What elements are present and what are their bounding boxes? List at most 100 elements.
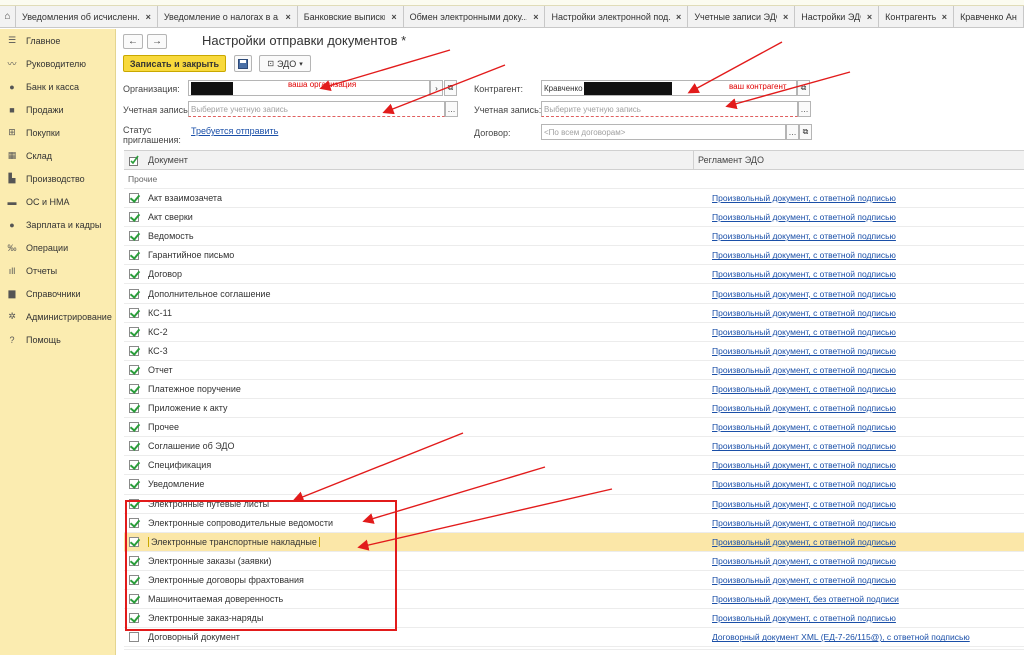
regulation-link[interactable]: Договорный документ XML (ЕД-7-26/115@), … (712, 632, 970, 642)
row-checkbox[interactable] (129, 326, 139, 337)
regulation-link[interactable]: Произвольный документ, с ответной подпис… (712, 556, 896, 566)
table-row[interactable]: Отчет Произвольный документ, с ответной п… (124, 361, 1024, 380)
check-all-icon[interactable] (124, 155, 144, 166)
row-checkbox[interactable] (129, 383, 139, 394)
table-row[interactable]: Прочее Произвольный документ, с ответной … (124, 418, 1024, 438)
table-row[interactable]: КС-2 Произвольный документ, с ответной по… (124, 323, 1024, 342)
edo-menu-button[interactable]: ⊡ ЭДО ▾ (259, 55, 311, 72)
row-checkbox[interactable] (129, 212, 139, 223)
tab-kravchenko[interactable]: Кравченко Андр (954, 6, 1024, 27)
row-checkbox[interactable] (129, 250, 139, 261)
tab-signature-settings[interactable]: Настройки электронной под... × (545, 6, 689, 27)
tab-bank-statements[interactable]: Банковские выписки × (298, 6, 404, 27)
regulation-link[interactable]: Произвольный документ, без ответной подп… (712, 594, 899, 604)
row-checkbox[interactable] (129, 307, 139, 318)
regulation-link[interactable]: Произвольный документ, с ответной подпис… (712, 308, 896, 318)
close-icon[interactable]: × (146, 12, 151, 22)
table-row[interactable]: Уведомление Произвольный документ, с отве… (124, 475, 1024, 495)
forward-button[interactable]: → (147, 34, 167, 49)
table-row[interactable]: Дополнительное соглашение Произвольный до… (124, 284, 1024, 304)
tab-counterparties[interactable]: Контрагенты × (879, 6, 955, 27)
close-icon[interactable]: × (942, 12, 947, 22)
row-checkbox[interactable] (129, 288, 139, 299)
table-row[interactable]: Ведомость Произвольный документ, с ответн… (124, 227, 1024, 247)
sidebar-item-salary[interactable]: ● Зарплата и кадры (0, 213, 115, 236)
table-row[interactable]: Спецификация Произвольный документ, с отв… (124, 456, 1024, 476)
regulation-link[interactable]: Произвольный документ, с ответной подпис… (712, 193, 896, 203)
table-row[interactable]: Приложение к акту Произвольный документ, … (124, 399, 1024, 419)
table-row[interactable]: Гарантийное письмо Произвольный документ,… (124, 246, 1024, 266)
close-icon[interactable]: × (533, 12, 538, 22)
account-select-left[interactable]: … (445, 101, 458, 117)
regulation-link[interactable]: Произвольный документ, с ответной подпис… (712, 575, 896, 585)
account-select-right[interactable]: … (798, 101, 811, 117)
sidebar-item-production[interactable]: ▙ Производство (0, 167, 115, 190)
row-checkbox[interactable] (129, 460, 139, 471)
row-checkbox[interactable] (129, 364, 139, 375)
save-close-button[interactable]: Записать и закрыть (123, 55, 226, 72)
regulation-link[interactable]: Произвольный документ, с ответной подпис… (712, 289, 896, 299)
table-row[interactable]: Договор Произвольный документ, с ответной… (124, 265, 1024, 285)
group-row[interactable]: Прочие (124, 170, 1024, 189)
regulation-link[interactable]: Произвольный документ, с ответной подпис… (712, 499, 896, 509)
row-checkbox[interactable] (129, 345, 139, 356)
row-checkbox[interactable] (129, 269, 139, 280)
table-row[interactable]: КС-3 Произвольный документ, с ответной по… (124, 342, 1024, 361)
regulation-link[interactable]: Произвольный документ, с ответной подпис… (712, 327, 896, 337)
org-select-button[interactable]: › (430, 80, 443, 96)
regulation-link[interactable]: Произвольный документ, с ответной подпис… (712, 250, 896, 260)
contract-select-button[interactable]: … (786, 124, 799, 140)
counterparty-open-button[interactable]: ⧉ (797, 80, 810, 96)
sidebar-item-sales[interactable]: ■ Продажи (0, 98, 115, 121)
regulation-link[interactable]: Произвольный документ, с ответной подпис… (712, 613, 896, 623)
sidebar-item-warehouse[interactable]: ▦ Склад (0, 144, 115, 167)
row-checkbox[interactable] (129, 479, 139, 490)
sidebar-item-purchases[interactable]: ⊞ Покупки (0, 121, 115, 144)
row-checkbox[interactable] (129, 231, 139, 242)
close-icon[interactable]: × (867, 12, 872, 22)
status-link[interactable]: Требуется отправить (191, 126, 278, 136)
row-checkbox[interactable] (129, 403, 139, 414)
sidebar-item-operations[interactable]: ‰ Операции (0, 236, 115, 259)
table-row[interactable]: Договорный документ Договорный документ X… (124, 628, 1024, 648)
close-icon[interactable]: × (676, 12, 681, 22)
regulation-link[interactable]: Произвольный документ, с ответной подпис… (712, 403, 896, 413)
sidebar-item-bank[interactable]: ● Банк и касса (0, 75, 115, 98)
regulation-link[interactable]: Произвольный документ, с ответной подпис… (712, 384, 896, 394)
sidebar-item-references[interactable]: ▆ Справочники (0, 282, 115, 305)
col-regulation[interactable]: Регламент ЭДО (694, 155, 764, 165)
regulation-link[interactable]: Произвольный документ, с ответной подпис… (712, 346, 896, 356)
save-button[interactable] (234, 55, 252, 72)
sidebar-item-assets[interactable]: ▬ ОС и НМА (0, 190, 115, 213)
sidebar-item-main[interactable]: ☰ Главное (0, 29, 115, 52)
regulation-link[interactable]: Произвольный документ, с ответной подпис… (712, 269, 896, 279)
sidebar-item-manager[interactable]: 〰 Руководителю (0, 52, 115, 75)
sidebar-item-help[interactable]: ? Помощь (0, 328, 115, 351)
regulation-link[interactable]: Произвольный документ, с ответной подпис… (712, 518, 896, 528)
sidebar-item-reports[interactable]: ıll Отчеты (0, 259, 115, 282)
regulation-link[interactable]: Произвольный документ, с ответной подпис… (712, 441, 896, 451)
sidebar-item-admin[interactable]: ✲ Администрирование (0, 305, 115, 328)
tab-notifications[interactable]: Уведомления об исчисленн... × (16, 6, 158, 27)
regulation-link[interactable]: Произвольный документ, с ответной подпис… (712, 365, 896, 375)
table-row[interactable]: Акт сверки Произвольный документ, с ответ… (124, 208, 1024, 228)
tab-edo-settings[interactable]: Настройки ЭДО × (795, 6, 880, 27)
table-row[interactable]: КС-11 Произвольный документ, с ответной п… (124, 304, 1024, 323)
table-row[interactable]: Платежное поручение Произвольный документ… (124, 380, 1024, 400)
row-checkbox[interactable] (129, 422, 139, 433)
col-document[interactable]: Документ (144, 151, 694, 169)
contract-open-button[interactable]: ⧉ (799, 124, 812, 140)
back-button[interactable]: ← (123, 34, 143, 49)
row-checkbox[interactable] (129, 193, 139, 204)
regulation-link[interactable]: Произвольный документ, с ответной подпис… (712, 479, 896, 489)
regulation-link[interactable]: Произвольный документ, с ответной подпис… (712, 460, 896, 470)
table-row[interactable]: Соглашение об ЭДО Произвольный документ, … (124, 437, 1024, 457)
table-row[interactable]: Акт взаимозачета Произвольный документ, с… (124, 189, 1024, 209)
row-checkbox[interactable] (129, 632, 139, 643)
tab-tax-notice[interactable]: Уведомление о налогах в а... × (158, 6, 298, 27)
regulation-link[interactable]: Произвольный документ, с ответной подпис… (712, 231, 896, 241)
close-icon[interactable]: × (783, 12, 788, 22)
home-icon[interactable]: ⌂ (0, 6, 16, 27)
close-icon[interactable]: × (391, 12, 396, 22)
org-open-button[interactable]: ⧉ (444, 80, 457, 96)
